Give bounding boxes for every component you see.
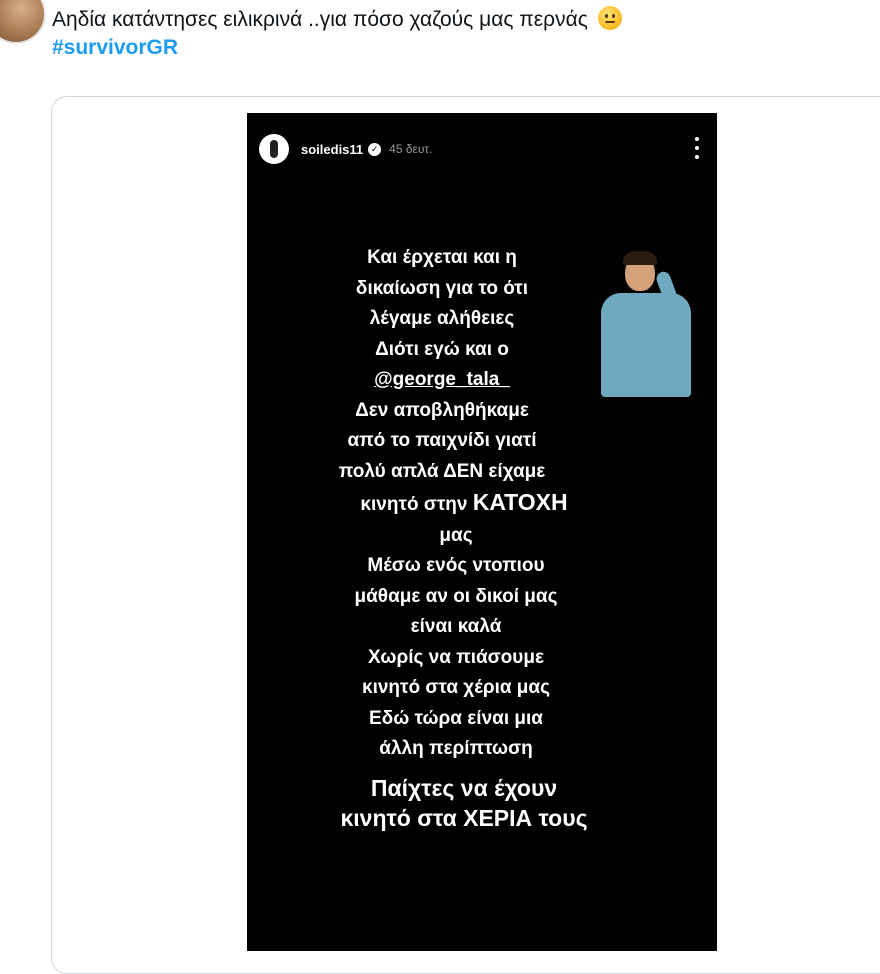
story-line: άλλη περίπτωση xyxy=(379,738,533,759)
story-line: μας xyxy=(439,524,473,546)
story-line: από το παιχνίδι γιατί xyxy=(347,430,537,451)
story-screenshot-image[interactable]: soiledis11 ✓ 45 δευτ. Και έρχεται και η … xyxy=(247,113,717,951)
story-username: soiledis11 xyxy=(301,141,364,157)
story-line: κινητό στα ΧΕΡΙΑ τους xyxy=(340,805,588,831)
story-line: δικαίωση για το ότι xyxy=(355,277,529,299)
story-line: πολύ απλά ΔΕΝ είχαμε xyxy=(338,460,546,482)
author-avatar[interactable] xyxy=(0,0,46,44)
story-line: κινητό στα χέρια μας xyxy=(361,677,550,698)
story-line: λέγαμε αλήθειες xyxy=(369,308,515,329)
story-line: Μέσω ενός ντοπιου xyxy=(367,555,545,576)
story-line: Και έρχεται και η xyxy=(367,247,517,268)
story-line: Εδώ τώρα είναι μια xyxy=(369,707,543,729)
story-line: είναι καλά xyxy=(410,616,502,637)
story-line: Διότι εγώ και ο xyxy=(375,338,509,360)
story-avatar xyxy=(259,134,289,164)
more-options-icon xyxy=(695,137,699,159)
story-line: κινητό στην ΚΑΤΟΧΗ xyxy=(360,489,568,515)
verified-badge-icon: ✓ xyxy=(368,142,382,156)
story-line: Παίχτες να έχουν xyxy=(370,774,558,801)
story-line: Χωρίς να πιάσουμε xyxy=(367,646,544,668)
story-line: μάθαμε αν οι δικοί μας xyxy=(354,585,558,607)
tweet-body: Αηδία κατάντησες ειλικρινά ..για πόσο χα… xyxy=(52,8,588,31)
story-header: soiledis11 ✓ 45 δευτ. xyxy=(259,133,433,165)
story-line: Δεν αποβληθήκαμε xyxy=(355,399,529,421)
story-timestamp: 45 δευτ. xyxy=(389,142,433,156)
hashtag-link[interactable]: #survivorGR xyxy=(52,34,852,62)
slightly-frowning-face-emoji-icon xyxy=(597,6,622,30)
mention-link[interactable]: @george_tala_ xyxy=(207,365,677,396)
tweet-text: Αηδία κατάντησες ειλικρινά ..για πόσο χα… xyxy=(52,6,852,62)
story-text: Και έρχεται και η δικαίωση για το ότι λέ… xyxy=(247,243,717,834)
